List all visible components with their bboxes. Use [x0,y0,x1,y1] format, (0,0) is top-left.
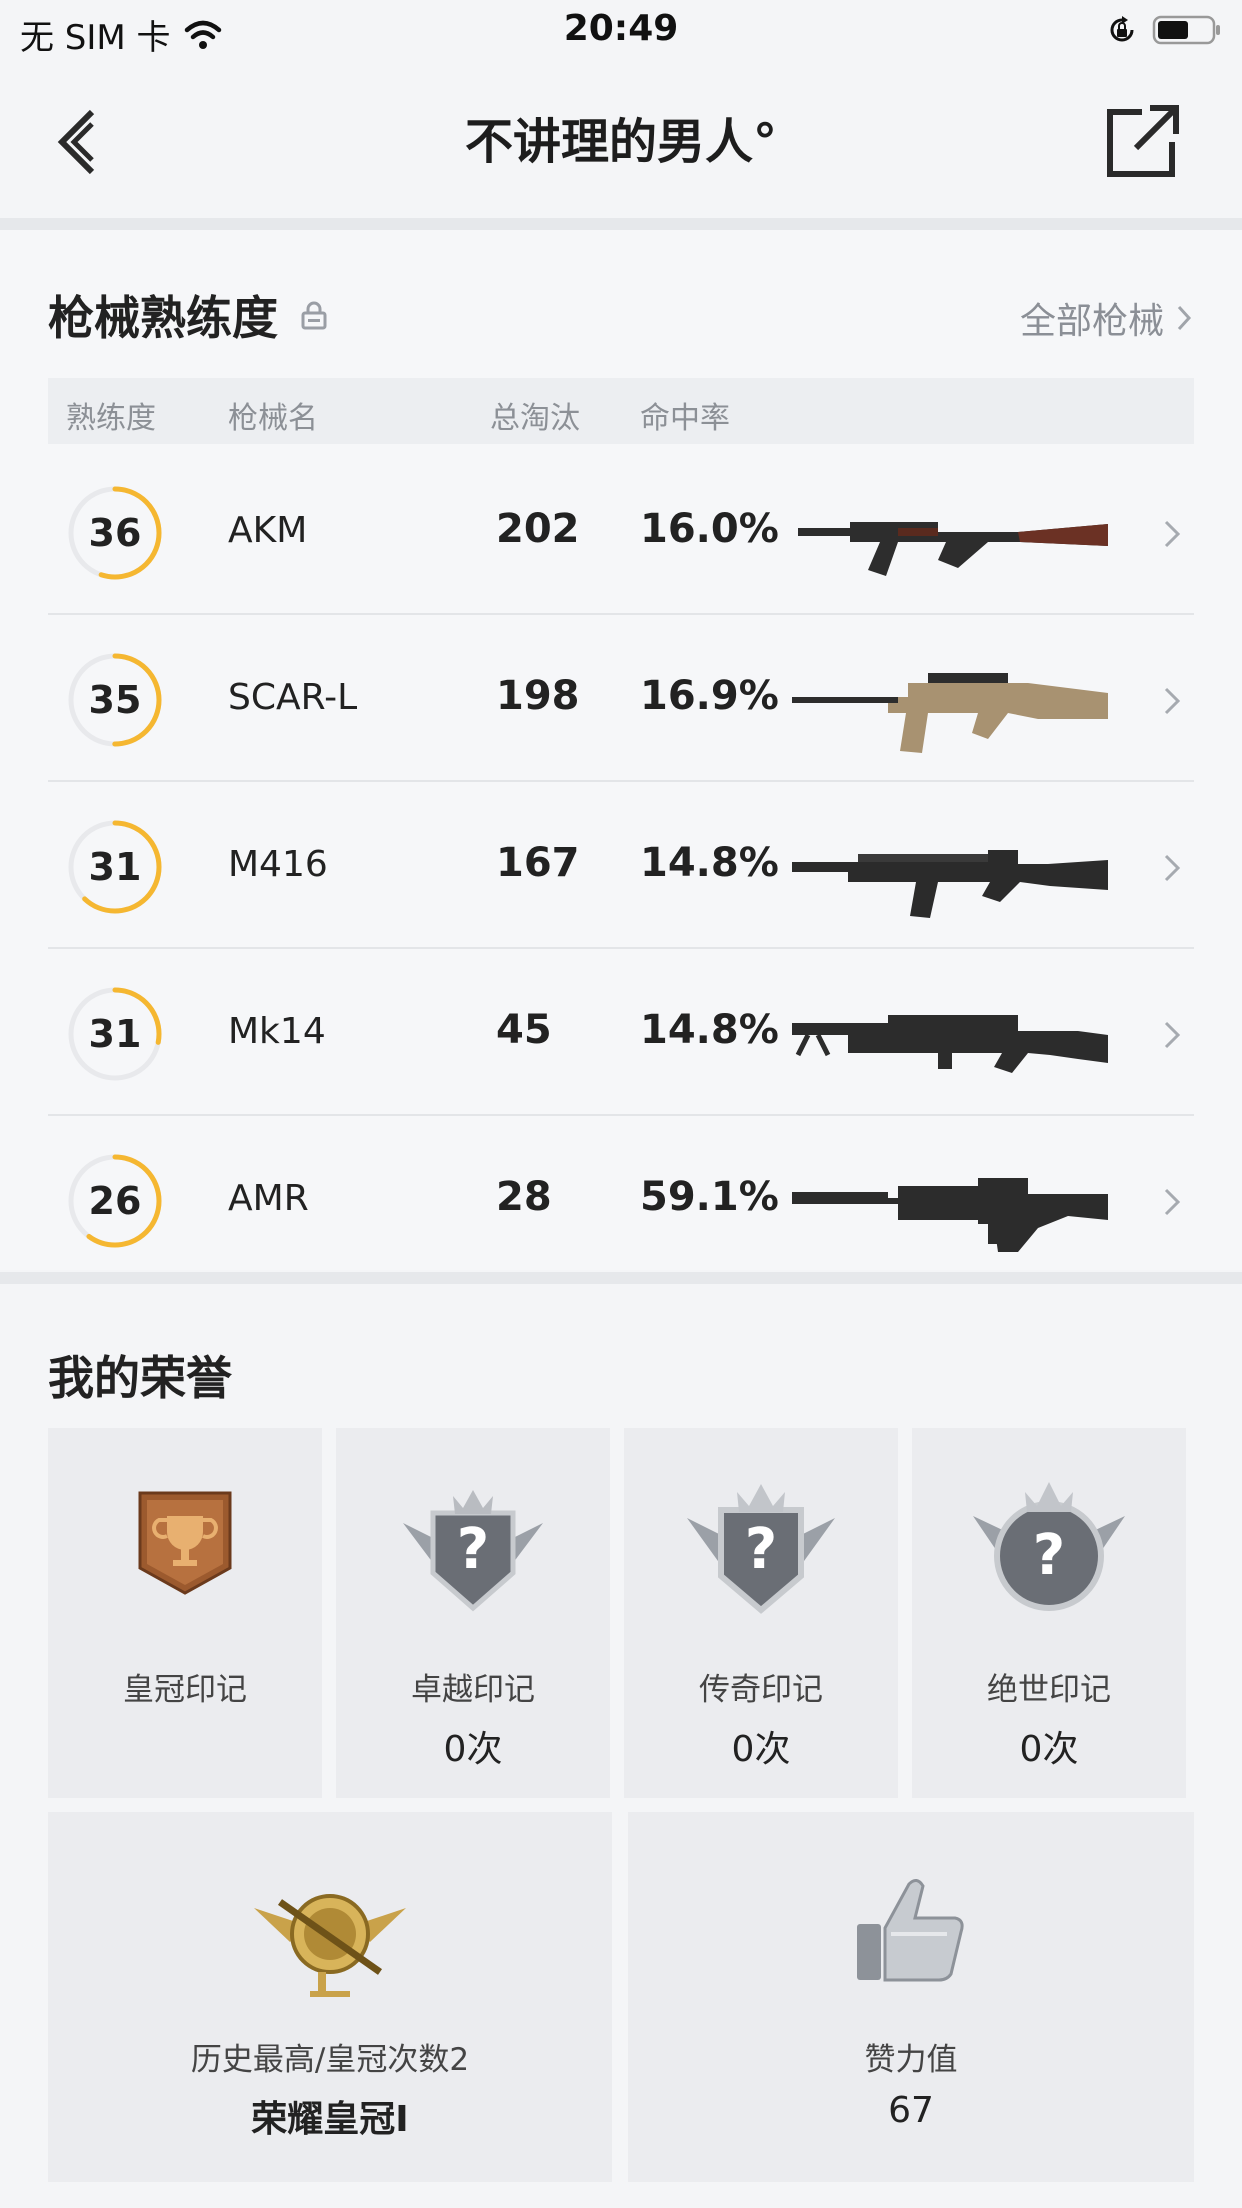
chevron-right-icon [1177,305,1192,331]
chevron-right-icon [1164,854,1181,882]
hit-rate: 16.9% [640,673,779,719]
thumbs-up-icon [857,1879,964,1982]
hit-rate: 16.0% [640,506,779,552]
weapon-mastery-title-group: 枪械熟练度 [48,282,328,348]
excellent-mark-label: 卓越印记 [411,1672,535,1708]
weapon-name: M416 [228,844,328,885]
honors-section: 我的荣誉 皇冠印记 ? 卓越印记 0次 ? 传奇印记 0次 ? 绝世印记 0次 … [0,1284,1242,2208]
share-icon[interactable] [1092,92,1192,192]
honor-card-peerless-mark[interactable]: ? 绝世印记 0次 [912,1428,1186,1798]
likes-label: 赞力值 [864,2042,958,2078]
peerless-mark-badge-icon: ? [973,1482,1125,1611]
hit-rate: 14.8% [640,1007,779,1053]
weapon-row[interactable]: 36 AKM 202 16.0% [48,450,1194,615]
legendary-mark-badge-icon: ? [687,1484,835,1614]
status-time: 20:49 [563,8,679,49]
honor-card-excellent-mark[interactable]: ? 卓越印记 0次 [336,1428,610,1798]
weapon-image [792,1015,1108,1073]
chevron-right-icon [1164,1021,1181,1049]
excellent-mark-badge-icon: ? [403,1490,543,1612]
weapon-name: Mk14 [228,1011,326,1052]
nav-divider [0,218,1242,230]
weapon-image [792,673,1108,753]
peerless-mark-value: 0次 [1019,1729,1079,1770]
header-total-kills: 总淘汰 [490,401,580,436]
honor-card-likes[interactable]: 赞力值 67 [628,1812,1194,2182]
honor-card-crown-mark[interactable]: 皇冠印记 [48,1428,322,1798]
total-kills: 28 [496,1174,552,1220]
weapon-row[interactable]: 31 M416 167 14.8% [48,784,1194,949]
weapon-row[interactable]: 26 AMR 28 59.1% [48,1118,1194,1283]
hit-rate: 59.1% [640,1174,779,1220]
crown-mark-trophy-icon [138,1491,232,1595]
weapon-row[interactable]: 31 Mk14 45 14.8% [48,951,1194,1116]
status-right-group [1106,14,1222,46]
chevron-right-icon [1164,687,1181,715]
all-weapons-link[interactable]: 全部枪械 [1020,292,1194,344]
best-rank-value: 荣耀皇冠Ⅰ [251,2099,409,2140]
mastery-level: 31 [88,1012,142,1056]
best-rank-label: 历史最高/皇冠次数2 [190,2042,470,2078]
peerless-mark-label: 绝世印记 [987,1672,1111,1708]
weapon-mastery-title: 枪械熟练度 [48,291,278,345]
mastery-level: 35 [88,678,142,722]
legendary-mark-value: 0次 [731,1729,791,1770]
weapon-image [798,522,1108,576]
svg-text:?: ? [745,1517,777,1582]
honors-title: 我的荣誉 [48,1351,232,1405]
status-bar: 无 SIM 卡 20:49 [0,0,1242,64]
total-kills: 202 [496,506,580,552]
weapon-name: SCAR-L [228,677,358,718]
header-weapon-name: 枪械名 [228,401,318,436]
total-kills: 198 [496,673,580,719]
crown-mark-label: 皇冠印记 [123,1672,247,1708]
svg-text:?: ? [1033,1523,1065,1588]
chevron-right-icon [1164,1188,1181,1216]
nav-bar: 不讲理的男人° [0,64,1242,220]
page-title: 不讲理的男人° [464,114,777,170]
weapon-image [792,850,1108,918]
likes-value: 67 [888,2090,934,2131]
header-hit-rate: 命中率 [640,401,730,436]
mastery-level: 36 [88,511,142,555]
honor-card-best-rank[interactable]: 历史最高/皇冠次数2 荣耀皇冠Ⅰ [48,1812,612,2182]
weapon-name: AKM [228,510,308,551]
chevron-right-icon [1164,520,1181,548]
weapon-name: AMR [228,1178,309,1219]
battery-icon [1152,15,1220,45]
all-weapons-label: 全部枪械 [1019,301,1164,342]
mastery-level: 26 [88,1179,142,1223]
section-divider [0,1272,1242,1284]
excellent-mark-value: 0次 [443,1729,503,1770]
svg-text:?: ? [457,1517,489,1582]
weapon-table-header: 熟练度 枪械名 总淘汰 命中率 [48,378,1194,444]
weapon-image [792,1178,1108,1252]
header-mastery: 熟练度 [66,401,156,436]
mastery-level: 31 [88,845,142,889]
total-kills: 167 [496,840,580,886]
honor-card-legendary-mark[interactable]: ? 传奇印记 0次 [624,1428,898,1798]
weapon-row[interactable]: 35 SCAR-L 198 16.9% [48,617,1194,782]
legendary-mark-label: 传奇印记 [699,1672,823,1708]
hit-rate: 14.8% [640,840,779,886]
lock-icon[interactable] [300,300,328,330]
crown-rank-emblem-icon [254,1894,406,1997]
weapon-mastery-section: 枪械熟练度 全部枪械 熟练度 枪械名 总淘汰 命中率 36 AKM 202 16.0%… [0,230,1242,1270]
orientation-lock-icon [1110,16,1134,42]
total-kills: 45 [496,1007,552,1053]
